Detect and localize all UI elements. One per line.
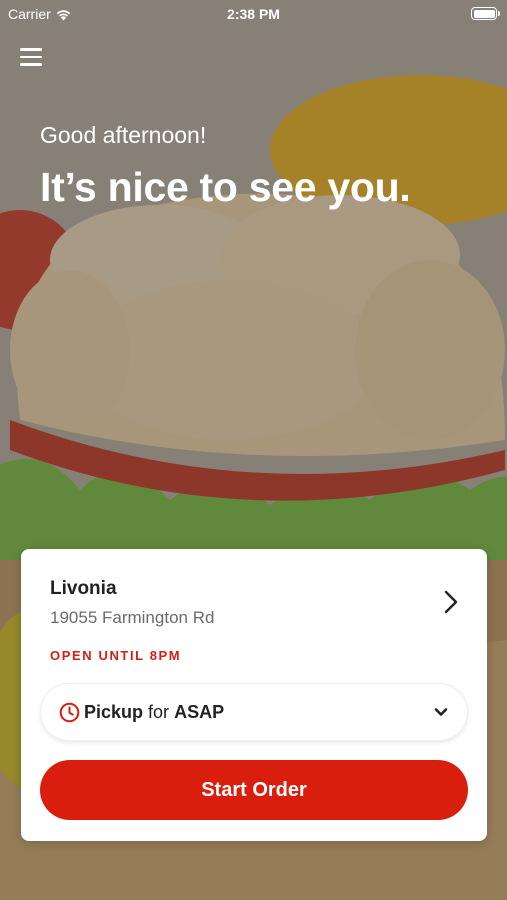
chevron-down-icon	[434, 708, 448, 716]
clock-icon	[59, 702, 80, 723]
status-bar: Carrier 2:38 PM	[0, 0, 507, 30]
order-mode-time: ASAP	[174, 702, 225, 722]
headline-text: It’s nice to see you.	[40, 164, 411, 210]
store-name: Livonia	[50, 578, 117, 599]
start-order-button[interactable]: Start Order	[40, 760, 468, 820]
open-status-text: OPEN UNTIL 8PM	[50, 648, 182, 663]
order-mode-connector: for	[148, 702, 170, 722]
hamburger-menu-icon[interactable]	[20, 48, 42, 68]
order-mode-dropdown[interactable]: Pickup for ASAP	[41, 684, 467, 740]
greeting-text: Good afternoon!	[40, 122, 207, 148]
status-time: 2:38 PM	[227, 6, 280, 22]
store-card: Livonia 19055 Farmington Rd OPEN UNTIL 8…	[21, 549, 487, 841]
store-address: 19055 Farmington Rd	[50, 608, 215, 627]
store-selector[interactable]: Livonia 19055 Farmington Rd	[21, 549, 487, 629]
battery-icon	[471, 7, 500, 20]
chevron-right-icon	[444, 590, 458, 614]
order-mode-label: Pickup for ASAP	[84, 702, 224, 723]
order-mode-type: Pickup	[84, 702, 144, 722]
